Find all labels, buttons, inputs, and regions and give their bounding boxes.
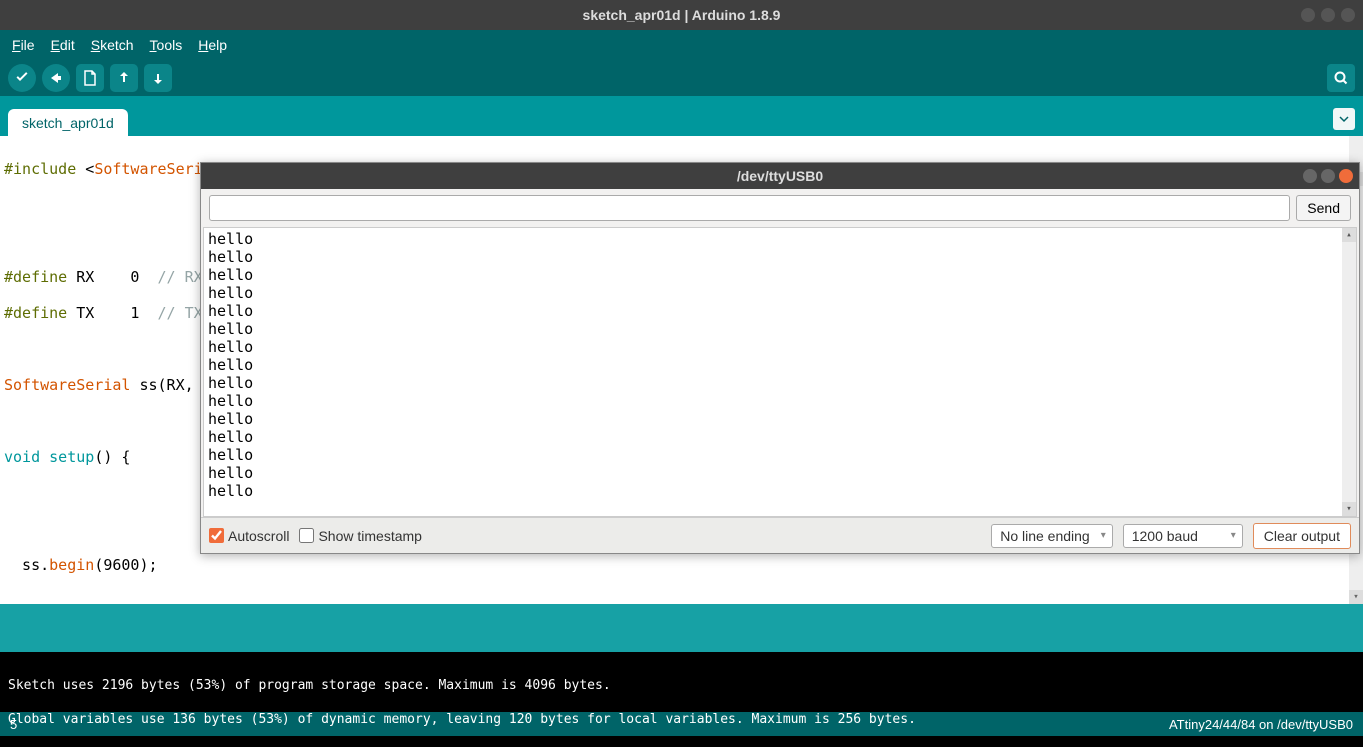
send-button[interactable]: Send	[1296, 195, 1351, 221]
tab-menu-button[interactable]	[1333, 108, 1355, 130]
serial-monitor-titlebar[interactable]: /dev/ttyUSB0	[201, 163, 1359, 189]
serial-line: hello	[208, 320, 1352, 338]
autoscroll-checkbox[interactable]: Autoscroll	[209, 528, 289, 544]
message-band	[0, 612, 1363, 652]
tabbar: sketch_apr01d	[0, 96, 1363, 136]
menu-help[interactable]: Help	[192, 35, 233, 55]
menu-sketch[interactable]: Sketch	[85, 35, 140, 55]
serial-line: hello	[208, 284, 1352, 302]
serial-monitor-title: /dev/ttyUSB0	[737, 168, 823, 184]
serial-monitor-window: /dev/ttyUSB0 Send hellohellohellohellohe…	[200, 162, 1360, 554]
open-button[interactable]	[110, 64, 138, 92]
timestamp-checkbox[interactable]: Show timestamp	[299, 528, 421, 544]
serial-line: hello	[208, 230, 1352, 248]
menu-file[interactable]: File	[6, 35, 41, 55]
status-board-port: ATtiny24/44/84 on /dev/ttyUSB0	[1169, 717, 1353, 732]
sm-maximize-icon[interactable]	[1321, 169, 1335, 183]
upload-button[interactable]	[42, 64, 70, 92]
new-button[interactable]	[76, 64, 104, 92]
serial-send-row: Send	[201, 189, 1359, 227]
serial-line: hello	[208, 302, 1352, 320]
close-icon[interactable]	[1341, 8, 1355, 22]
serial-line: hello	[208, 338, 1352, 356]
line-ending-select[interactable]: No line ending	[991, 524, 1113, 548]
sm-close-icon[interactable]	[1339, 169, 1353, 183]
toolbar	[0, 60, 1363, 96]
serial-line: hello	[208, 464, 1352, 482]
serial-line: hello	[208, 392, 1352, 410]
sm-minimize-icon[interactable]	[1303, 169, 1317, 183]
menubar: File Edit Sketch Tools Help	[0, 30, 1363, 60]
console-line: Sketch uses 2196 bytes (53%) of program …	[8, 677, 1355, 694]
build-console: Sketch uses 2196 bytes (53%) of program …	[0, 652, 1363, 712]
main-window-title: sketch_apr01d | Arduino 1.8.9	[583, 7, 781, 23]
save-button[interactable]	[144, 64, 172, 92]
serial-output[interactable]: hellohellohellohellohellohellohellohello…	[203, 227, 1357, 517]
status-line-number: 5	[10, 717, 17, 732]
verify-button[interactable]	[8, 64, 36, 92]
serial-line: hello	[208, 266, 1352, 284]
clear-output-button[interactable]: Clear output	[1253, 523, 1351, 549]
scroll-up-icon[interactable]: ▴	[1342, 228, 1356, 242]
serial-line: hello	[208, 482, 1352, 500]
serial-line: hello	[208, 446, 1352, 464]
baud-select[interactable]: 1200 baud	[1123, 524, 1243, 548]
menu-edit[interactable]: Edit	[45, 35, 81, 55]
minimize-icon[interactable]	[1301, 8, 1315, 22]
serial-footer: Autoscroll Show timestamp No line ending…	[201, 517, 1359, 553]
maximize-icon[interactable]	[1321, 8, 1335, 22]
main-window-titlebar: sketch_apr01d | Arduino 1.8.9	[0, 0, 1363, 30]
serial-input[interactable]	[209, 195, 1290, 221]
serial-line: hello	[208, 248, 1352, 266]
serial-line: hello	[208, 356, 1352, 374]
menu-tools[interactable]: Tools	[144, 35, 189, 55]
serial-line: hello	[208, 410, 1352, 428]
scroll-down-icon[interactable]: ▾	[1349, 590, 1363, 604]
tab-sketch[interactable]: sketch_apr01d	[8, 109, 128, 136]
splitter[interactable]	[0, 604, 1363, 612]
serial-monitor-button[interactable]	[1327, 64, 1355, 92]
serial-line: hello	[208, 374, 1352, 392]
serial-line: hello	[208, 428, 1352, 446]
serial-scrollbar[interactable]: ▴ ▾	[1342, 228, 1356, 516]
code-token: #include	[4, 160, 76, 178]
scroll-down-icon[interactable]: ▾	[1342, 502, 1356, 516]
